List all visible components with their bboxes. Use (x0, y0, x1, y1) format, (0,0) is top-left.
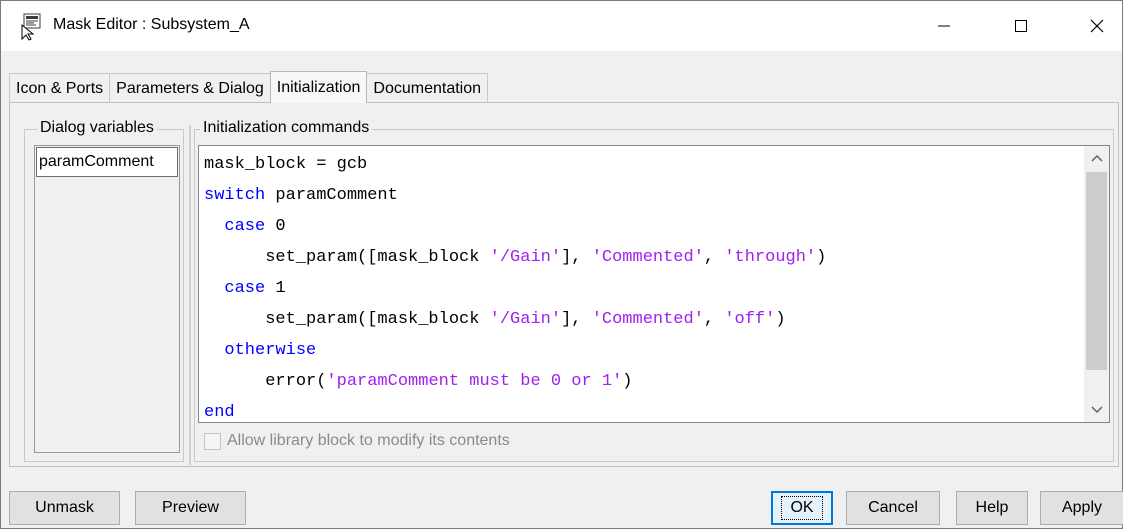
scroll-thumb[interactable] (1086, 172, 1107, 370)
code-text-segment: ], (561, 310, 592, 329)
code-keyword: otherwise (224, 341, 317, 360)
code-text-segment (204, 217, 224, 236)
ok-button-label: OK (781, 496, 823, 520)
window-title: Mask Editor : Subsystem_A (53, 16, 250, 33)
code-line: set_param([mask_block '/Gain'], 'Comment… (204, 242, 826, 273)
scroll-down-button[interactable] (1084, 398, 1109, 422)
apply-button[interactable]: Apply (1040, 491, 1123, 525)
minimize-icon (938, 25, 950, 27)
code-line: end (204, 397, 826, 422)
code-line: switch paramComment (204, 180, 826, 211)
mask-editor-window: Mask Editor : Subsystem_A Icon & Ports P… (0, 0, 1123, 529)
allow-library-modify-checkbox[interactable] (204, 432, 221, 450)
code-text-segment: set_param([mask_block (204, 310, 490, 329)
code-string: 'Commented' (591, 248, 704, 267)
code-line: error('paramComment must be 0 or 1') (204, 366, 826, 397)
title-bar: Mask Editor : Subsystem_A (1, 1, 1122, 51)
code-line: set_param([mask_block '/Gain'], 'Comment… (204, 304, 826, 335)
code-text[interactable]: mask_block = gcb switch paramComment case… (204, 149, 826, 422)
minimize-button[interactable] (921, 1, 967, 51)
dialog-variable-item[interactable]: paramComment (36, 147, 178, 177)
initialization-commands-label: Initialization commands (200, 119, 373, 137)
code-string: 'paramComment must be 0 or 1' (326, 372, 623, 391)
code-text-segment: 0 (265, 217, 286, 236)
code-text-segment (204, 279, 224, 298)
mask-editor-app-icon (19, 13, 45, 41)
tab-icon-ports[interactable]: Icon & Ports (9, 73, 111, 103)
code-text-segment: ], (561, 248, 592, 267)
maximize-icon (1015, 20, 1027, 32)
code-text-segment: set_param([mask_block (204, 248, 490, 267)
code-keyword: case (224, 279, 266, 298)
code-string: 'off' (724, 310, 776, 329)
scroll-up-button[interactable] (1084, 146, 1109, 170)
preview-button[interactable]: Preview (135, 491, 246, 525)
dialog-variables-list[interactable]: paramComment (34, 145, 180, 453)
code-string: '/Gain' (489, 248, 562, 267)
panel-splitter[interactable] (189, 125, 191, 465)
code-keyword: case (224, 217, 266, 236)
code-line: otherwise (204, 335, 826, 366)
code-text-segment: mask_block = gcb (204, 155, 368, 174)
ok-button[interactable]: OK (771, 491, 833, 525)
code-text-segment: , (703, 310, 725, 329)
code-text-segment: , (703, 248, 725, 267)
code-text-segment: error( (204, 372, 327, 391)
code-text-segment (204, 341, 224, 360)
initialization-code-editor[interactable]: mask_block = gcb switch paramComment case… (198, 145, 1110, 423)
tab-parameters-dialog[interactable]: Parameters & Dialog (109, 73, 271, 103)
code-string: 'through' (724, 248, 817, 267)
code-text-segment: ) (816, 248, 827, 267)
chevron-up-icon (1090, 154, 1103, 162)
tab-documentation[interactable]: Documentation (366, 73, 489, 103)
code-keyword: end (204, 403, 235, 422)
allow-library-modify-label: Allow library block to modify its conten… (227, 432, 510, 449)
help-button[interactable]: Help (956, 491, 1028, 525)
close-button[interactable] (1074, 1, 1120, 51)
chevron-down-icon (1090, 406, 1103, 414)
close-icon (1090, 19, 1104, 33)
editor-vertical-scrollbar[interactable] (1084, 146, 1109, 422)
code-text-segment: 1 (265, 279, 286, 298)
tab-initialization[interactable]: Initialization (269, 71, 368, 103)
cancel-button[interactable]: Cancel (846, 491, 940, 525)
code-text-segment: ) (622, 372, 633, 391)
code-line: mask_block = gcb (204, 149, 826, 180)
code-string: '/Gain' (489, 310, 562, 329)
code-text-segment: ) (775, 310, 786, 329)
code-keyword: switch (204, 186, 266, 205)
maximize-button[interactable] (998, 1, 1044, 51)
code-text-segment: paramComment (265, 186, 398, 205)
dialog-variables-label: Dialog variables (37, 119, 157, 137)
code-string: 'Commented' (591, 310, 704, 329)
allow-library-modify-row: Allow library block to modify its conten… (204, 429, 510, 453)
code-line: case 1 (204, 273, 826, 304)
code-line: case 0 (204, 211, 826, 242)
tab-strip: Icon & Ports Parameters & Dialog Initial… (9, 71, 489, 103)
unmask-button[interactable]: Unmask (9, 491, 120, 525)
